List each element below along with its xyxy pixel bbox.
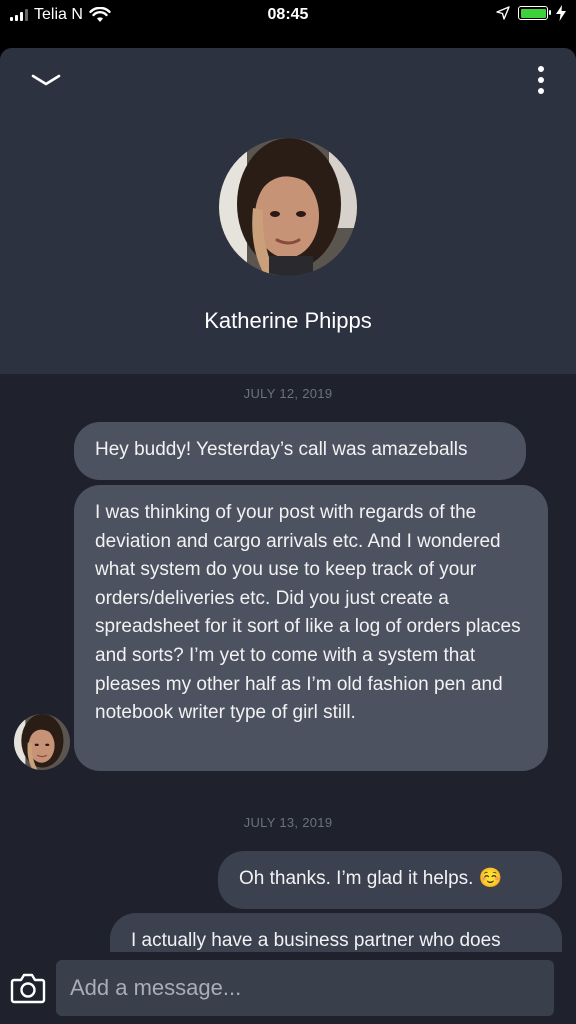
status-right <box>496 5 566 21</box>
outgoing-message[interactable]: Oh thanks. I’m glad it helps. ☺️ <box>218 851 562 909</box>
location-arrow-icon <box>496 6 510 20</box>
chevron-down-icon[interactable] <box>30 70 62 90</box>
date-separator: JULY 12, 2019 <box>243 386 333 401</box>
message-text: Oh thanks. I’m glad it helps. ☺️ <box>239 868 503 889</box>
battery-icon <box>518 6 551 20</box>
message-text: Hey buddy! Yesterday’s call was amazebal… <box>95 439 468 460</box>
camera-icon[interactable] <box>10 972 46 1004</box>
contact-header: Katherine Phipps <box>0 48 576 374</box>
incoming-message[interactable]: Hey buddy! Yesterday’s call was amazebal… <box>74 422 526 480</box>
sender-avatar <box>14 714 70 770</box>
conversation-sheet: Katherine Phipps JULY 12, 2019 Hey buddy… <box>0 48 576 1024</box>
contact-avatar <box>219 138 357 276</box>
message-text: I was thinking of your post with regards… <box>95 502 521 724</box>
contact-name: Katherine Phipps <box>204 308 372 333</box>
status-bar: Telia N 08:45 <box>0 0 576 32</box>
charging-bolt-icon <box>556 5 566 21</box>
incoming-message[interactable]: I was thinking of your post with regards… <box>74 485 548 771</box>
message-input[interactable] <box>56 960 554 1016</box>
message-text: I actually have a business partner who d… <box>131 930 501 951</box>
clock: 08:45 <box>267 6 309 23</box>
date-separator: JULY 13, 2019 <box>243 815 333 830</box>
more-vertical-icon[interactable] <box>536 66 546 94</box>
message-composer <box>0 952 576 1024</box>
